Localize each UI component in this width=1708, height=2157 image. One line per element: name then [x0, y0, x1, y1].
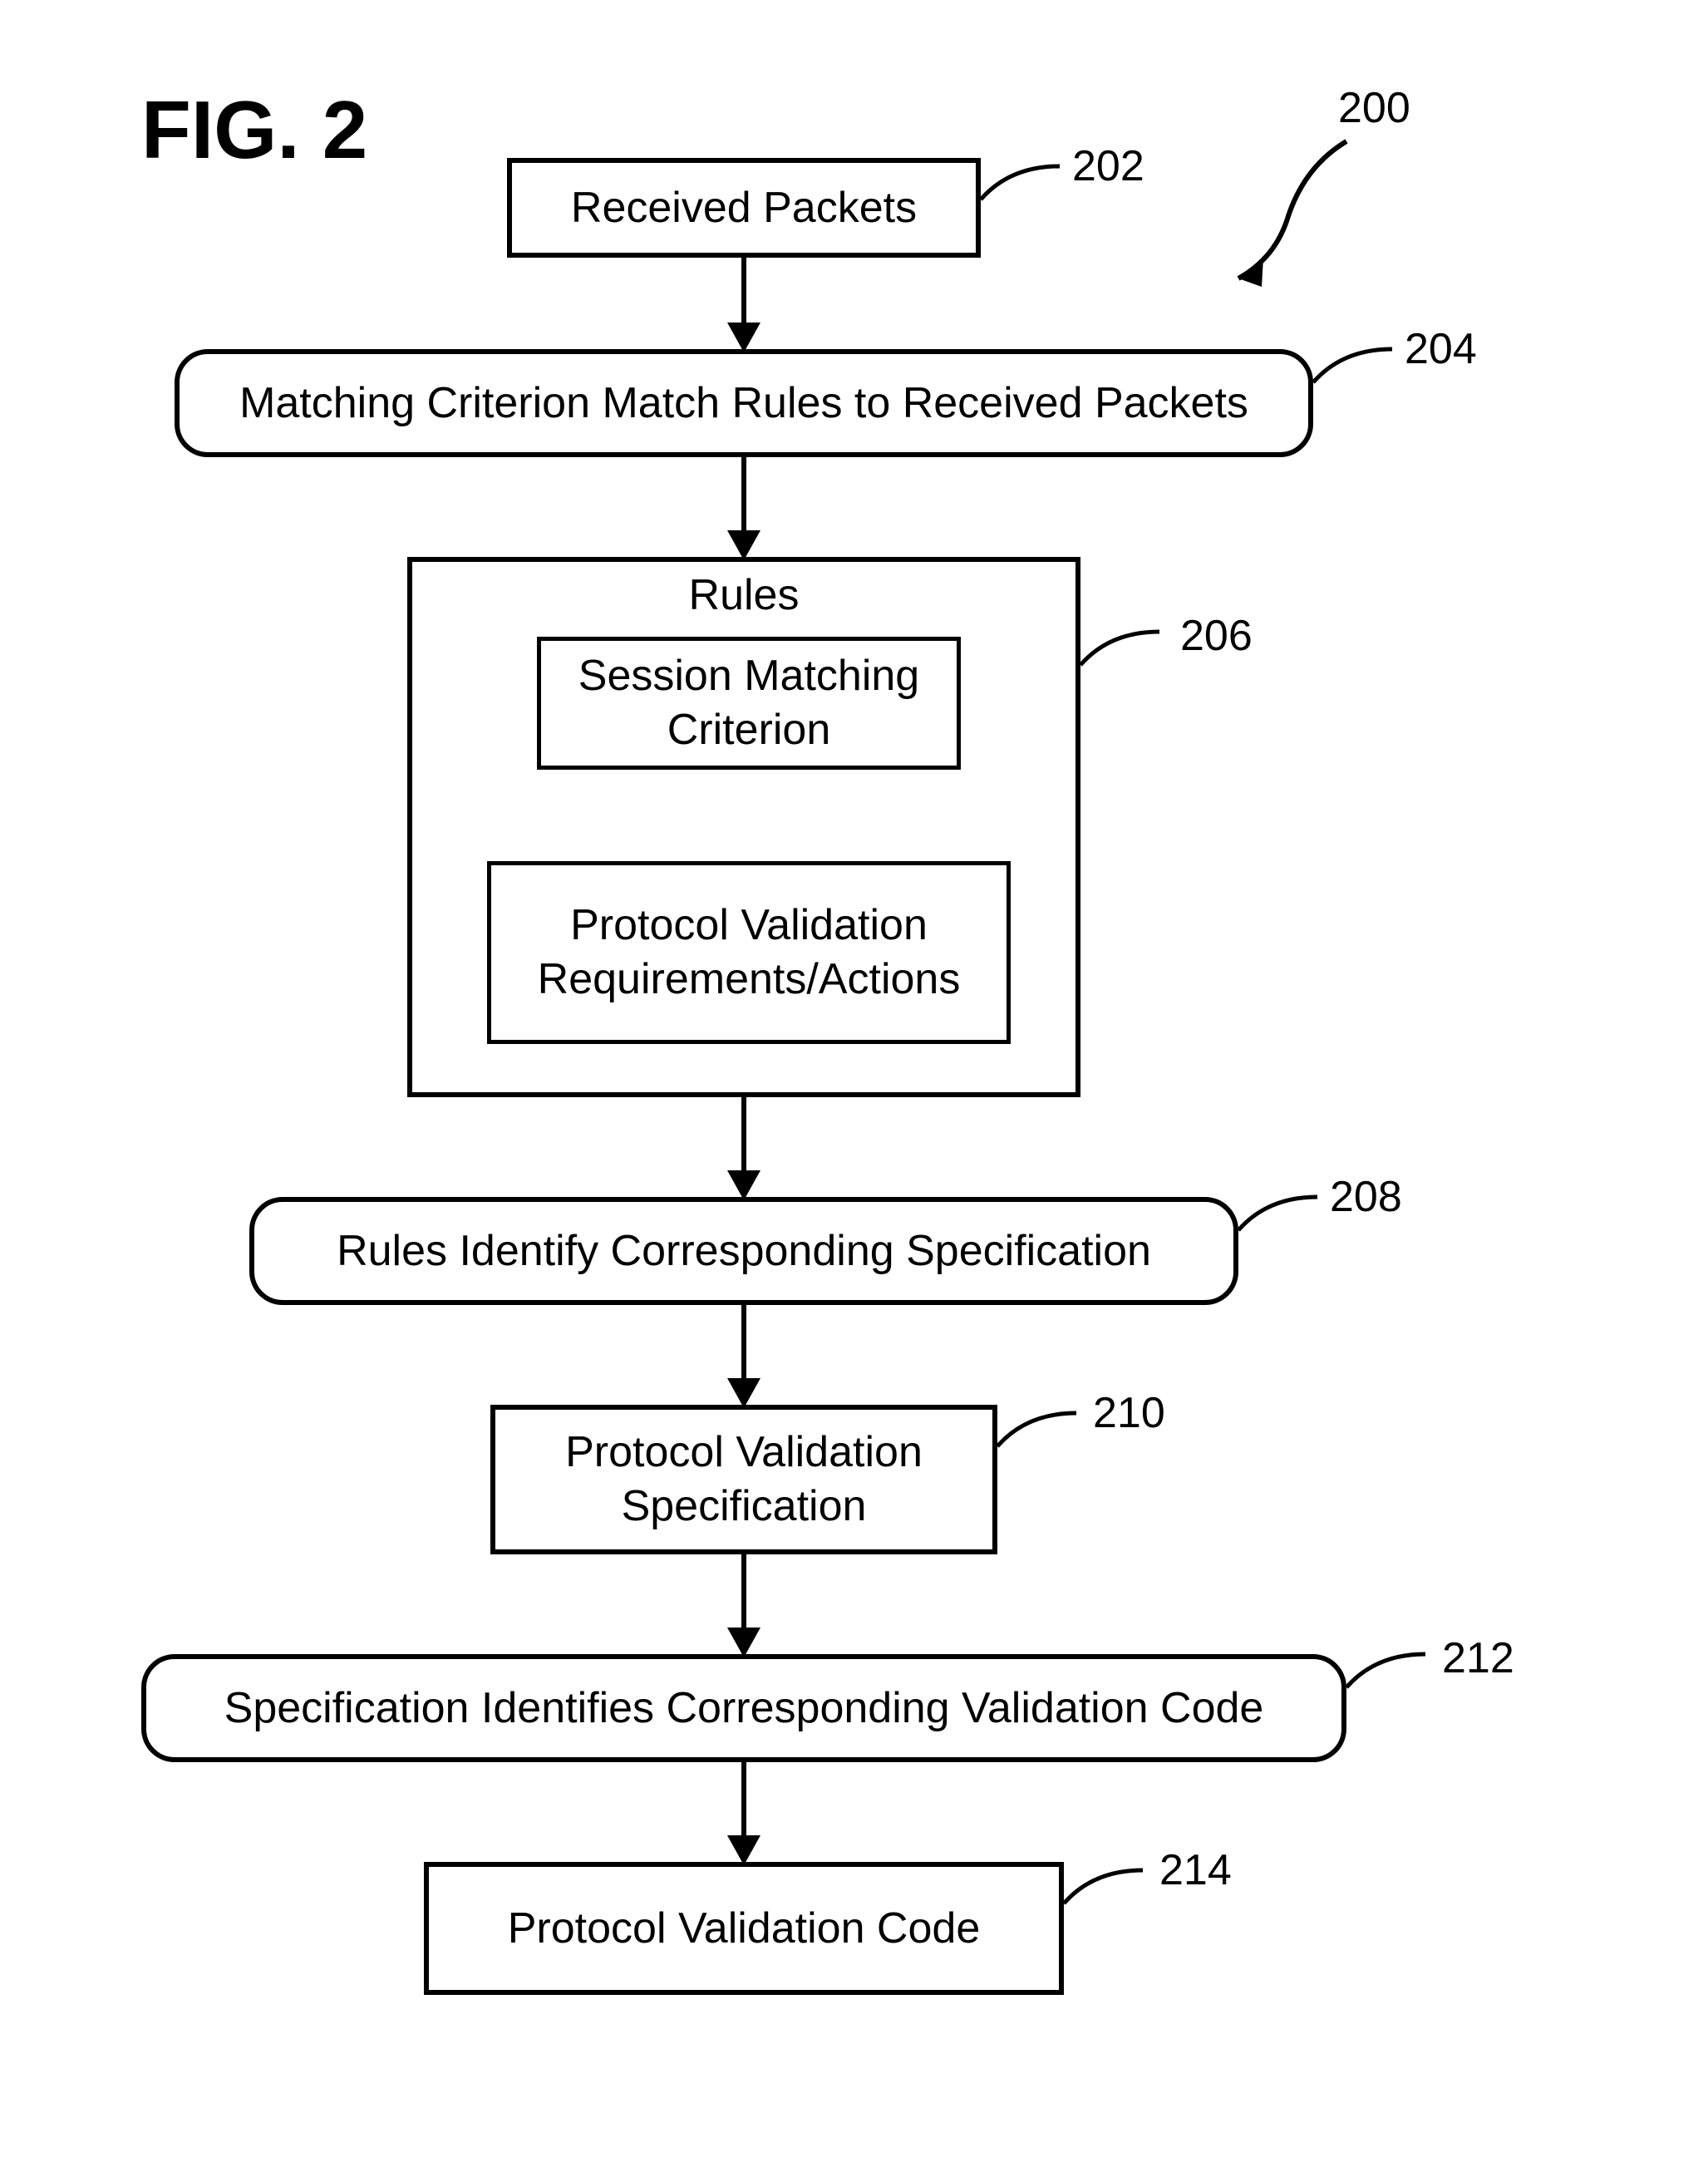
box-210-text: Protocol Validation Specification: [565, 1426, 923, 1534]
leader-208: [1238, 1193, 1338, 1243]
arrowhead-206-208: [727, 1170, 760, 1200]
leader-210: [997, 1409, 1097, 1459]
arrowhead-204-206: [727, 530, 760, 560]
box-208-text: Rules Identify Corresponding Specificati…: [337, 1224, 1151, 1278]
arrow-204-206: [741, 457, 746, 532]
box-protocol-validation-code: Protocol Validation Code: [424, 1862, 1064, 1995]
callout-206: 206: [1180, 611, 1253, 661]
arrowhead-208-210: [727, 1378, 760, 1408]
callout-200: 200: [1338, 83, 1410, 133]
leader-200: [1205, 133, 1405, 299]
callout-202: 202: [1072, 141, 1144, 191]
arrowhead-212-214: [727, 1835, 760, 1865]
rules-title: Rules: [412, 570, 1075, 620]
leader-206: [1080, 628, 1180, 677]
box-214-text: Protocol Validation Code: [508, 1902, 981, 1956]
leader-214: [1064, 1866, 1164, 1916]
arrow-210-212: [741, 1554, 746, 1629]
protocol-actions-text: Protocol Validation Requirements/Actions: [538, 899, 961, 1007]
arrow-212-214: [741, 1762, 746, 1837]
callout-210: 210: [1093, 1388, 1165, 1438]
box-202-text: Received Packets: [571, 181, 917, 235]
box-protocol-actions: Protocol Validation Requirements/Actions: [487, 861, 1011, 1044]
box-protocol-validation-spec: Protocol Validation Specification: [490, 1405, 997, 1554]
arrow-202-204: [741, 258, 746, 324]
box-match-rules: Matching Criterion Match Rules to Receiv…: [175, 349, 1313, 457]
arrow-206-208: [741, 1097, 746, 1172]
box-rules: Rules Session Matching Criterion Protoco…: [407, 557, 1080, 1097]
figure-title: FIG. 2: [141, 83, 367, 177]
leader-212: [1346, 1650, 1446, 1700]
arrowhead-202-204: [727, 323, 760, 352]
box-session-matching: Session Matching Criterion: [537, 637, 961, 770]
leader-204: [1313, 345, 1413, 395]
box-204-text: Matching Criterion Match Rules to Receiv…: [239, 377, 1248, 431]
leader-202: [981, 162, 1080, 212]
box-spec-identifies-code: Specification Identifies Corresponding V…: [141, 1654, 1346, 1762]
session-matching-text: Session Matching Criterion: [578, 649, 919, 757]
callout-204: 204: [1405, 324, 1477, 374]
arrowhead-210-212: [727, 1628, 760, 1657]
arrow-208-210: [741, 1305, 746, 1380]
box-received-packets: Received Packets: [507, 158, 981, 258]
box-212-text: Specification Identifies Corresponding V…: [224, 1682, 1264, 1736]
callout-214: 214: [1159, 1845, 1232, 1895]
callout-208: 208: [1330, 1172, 1402, 1222]
callout-212: 212: [1442, 1633, 1514, 1683]
box-rules-identify-spec: Rules Identify Corresponding Specificati…: [249, 1197, 1238, 1305]
